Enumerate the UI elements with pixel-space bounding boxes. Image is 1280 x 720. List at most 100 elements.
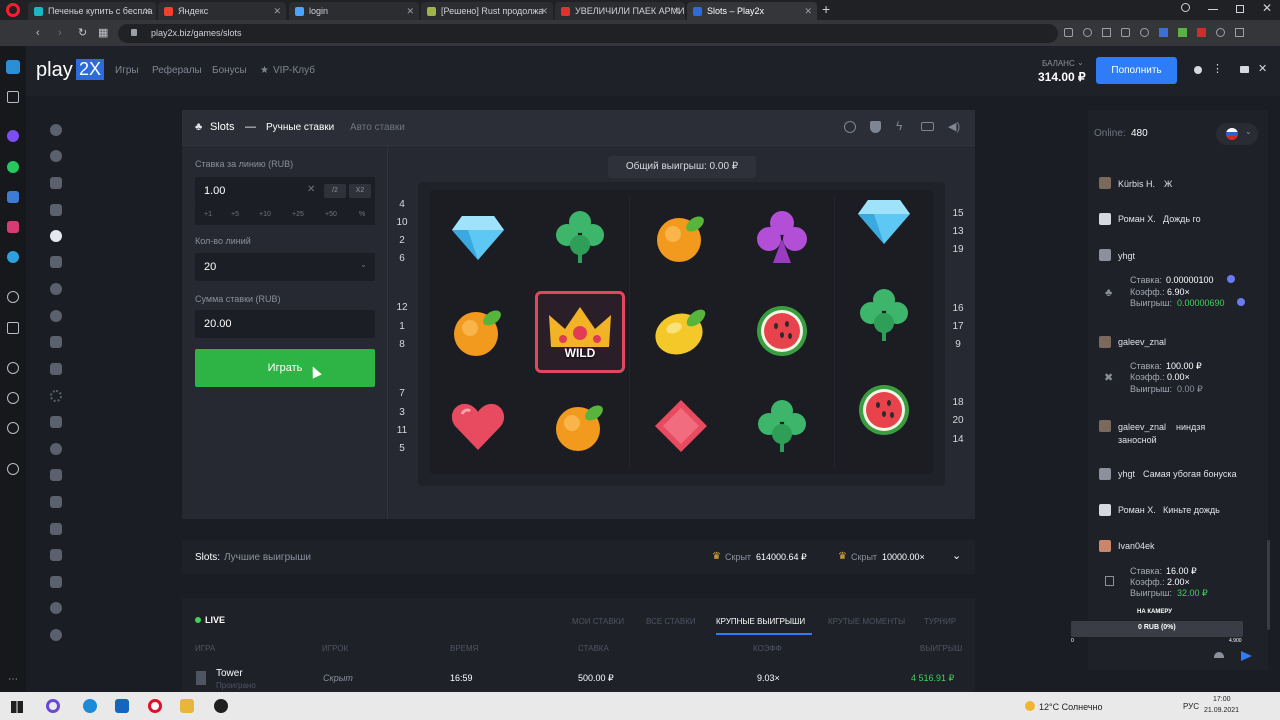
whatsapp-icon[interactable] — [7, 161, 19, 173]
tab-big-wins[interactable]: КРУПНЫЕ ВЫИГРЫШИ — [716, 617, 805, 626]
quick-plus-10[interactable]: +10 — [259, 211, 271, 218]
help-icon[interactable] — [844, 121, 856, 133]
bet-input[interactable]: 1.00 — [195, 177, 375, 205]
ladder-icon[interactable] — [50, 256, 62, 268]
grid-icon[interactable]: ▦ — [98, 25, 108, 41]
avatar[interactable] — [1099, 249, 1111, 261]
chat-username[interactable]: Ivan04ek — [1118, 541, 1155, 551]
coin-icon[interactable] — [50, 469, 62, 481]
globe-icon[interactable] — [50, 150, 62, 162]
home-icon[interactable] — [7, 91, 19, 103]
tab-auto-bets[interactable]: Авто ставки — [350, 122, 405, 133]
chat-username[interactable]: yhgt — [1118, 469, 1135, 479]
url-field[interactable]: play2x.biz/games/slots — [118, 24, 1058, 43]
cherry-icon[interactable] — [50, 230, 62, 242]
lightning-icon[interactable]: ϟ — [896, 119, 902, 133]
quick-plus-1[interactable]: +1 — [204, 211, 212, 218]
instagram-icon[interactable] — [7, 221, 19, 233]
minimize-icon[interactable] — [1208, 9, 1218, 10]
sound-icon[interactable]: ◀) — [948, 120, 960, 133]
roulette-icon[interactable] — [50, 443, 62, 455]
table-icon[interactable] — [50, 549, 62, 561]
back-icon[interactable]: ‹ — [36, 25, 40, 41]
extensions-icons[interactable] — [1064, 28, 1254, 40]
reload-icon[interactable]: ↻ — [78, 25, 87, 41]
send-icon[interactable] — [7, 322, 19, 334]
language-indicator[interactable]: РУС — [1183, 702, 1199, 711]
close-window-icon[interactable]: ✕ — [1262, 1, 1272, 15]
settings-icon[interactable] — [7, 422, 19, 434]
tab-4[interactable]: [Решено] Rust продолжа ✕ — [421, 2, 553, 20]
double-button[interactable]: X2 — [349, 184, 371, 198]
tab-5[interactable]: УВЕЛИЧИЛИ ПАЕК АРМИ ✕ — [555, 2, 685, 20]
close-icon[interactable]: ✕ — [672, 2, 680, 20]
more-icon[interactable]: ⋯ — [7, 674, 19, 686]
opera-taskbar-icon[interactable] — [148, 699, 162, 713]
lines-select[interactable]: 20 — [195, 253, 375, 281]
close-icon[interactable]: ✕ — [143, 2, 151, 20]
avatar[interactable] — [1099, 213, 1111, 225]
mail-icon[interactable] — [115, 699, 129, 713]
site-logo[interactable]: play — [36, 59, 73, 82]
vk-icon[interactable] — [7, 191, 19, 203]
quick-plus-50[interactable]: +50 — [325, 211, 337, 218]
weather-text[interactable]: 12°C Солнечно — [1039, 702, 1103, 712]
tab-all-bets[interactable]: ВСЕ СТАВКИ — [646, 617, 696, 626]
keno-icon[interactable] — [50, 416, 62, 428]
tower-icon[interactable] — [50, 204, 62, 216]
close-icon[interactable]: ✕ — [406, 2, 414, 20]
tab-manual-bets[interactable]: Ручные ставки — [266, 122, 334, 133]
cards-icon[interactable] — [50, 496, 62, 508]
windows-start-icon[interactable] — [11, 701, 23, 713]
forward-icon[interactable]: › — [58, 25, 62, 41]
speed-dial-icon[interactable] — [6, 60, 20, 74]
quick-percent[interactable]: % — [359, 211, 365, 218]
clock-time[interactable]: 17:00 — [1213, 696, 1231, 703]
tab-cool-moments[interactable]: КРУТЫЕ МОМЕНТЫ — [828, 617, 905, 626]
nav-vip[interactable]: VIP-Клуб — [273, 65, 315, 76]
folder-icon[interactable] — [180, 699, 194, 713]
avatar[interactable] — [1099, 336, 1111, 348]
history-icon[interactable] — [7, 392, 19, 404]
close-icon[interactable]: ✕ — [540, 2, 548, 20]
chat-username[interactable]: Kürbis H. — [1118, 179, 1155, 189]
tab-my-bets[interactable]: МОИ СТАВКИ — [572, 617, 624, 626]
menu-dots-icon[interactable]: ⋮ — [1212, 62, 1223, 75]
chat-scrollbar[interactable] — [1267, 540, 1270, 630]
tab-tournament[interactable]: ТУРНИР — [924, 617, 956, 626]
tab-6[interactable]: Slots – Play2x ✕ — [687, 2, 817, 20]
telegram-icon[interactable] — [7, 251, 19, 263]
wheel-icon[interactable] — [50, 310, 62, 322]
avatar[interactable] — [1099, 504, 1111, 516]
messenger-icon[interactable] — [7, 130, 19, 142]
stats-icon[interactable] — [50, 523, 62, 535]
quick-plus-5[interactable]: +5 — [231, 211, 239, 218]
avatar[interactable] — [1099, 468, 1111, 480]
clock-date[interactable]: 21.09.2021 — [1204, 707, 1239, 714]
mines-icon[interactable] — [50, 177, 62, 189]
edge-icon[interactable] — [83, 699, 97, 713]
chevron-down-icon[interactable]: ⌄ — [1077, 58, 1084, 67]
quick-plus-25[interactable]: +25 — [292, 211, 304, 218]
flower-icon[interactable] — [50, 629, 62, 641]
chat-username[interactable]: yhgt — [1118, 251, 1135, 261]
play-button[interactable]: Играть — [195, 349, 375, 387]
chevron-down-icon[interactable]: ⌄ — [952, 549, 961, 562]
avatar[interactable] — [1099, 540, 1111, 552]
shield-icon[interactable] — [870, 121, 881, 133]
scroll-down-icon[interactable] — [1214, 652, 1224, 658]
nav-bonuses[interactable]: Бонусы — [212, 65, 247, 76]
heart-icon[interactable] — [7, 362, 19, 374]
chat-icon[interactable] — [1240, 66, 1249, 73]
player-icon[interactable] — [7, 291, 19, 303]
smile-icon[interactable] — [50, 283, 62, 295]
app-icon[interactable] — [214, 699, 228, 713]
chat-username[interactable]: galeev_znal — [1118, 337, 1166, 347]
new-tab-button[interactable]: + — [822, 1, 830, 17]
nav-games[interactable]: Игры — [115, 65, 139, 76]
opera-icon[interactable] — [6, 3, 20, 17]
half-button[interactable]: /2 — [324, 184, 346, 198]
nav-referrals[interactable]: Рефералы — [152, 65, 202, 76]
send-icon[interactable] — [1241, 651, 1252, 661]
tab-1[interactable]: Печенье купить с беспла ✕ — [28, 2, 156, 20]
